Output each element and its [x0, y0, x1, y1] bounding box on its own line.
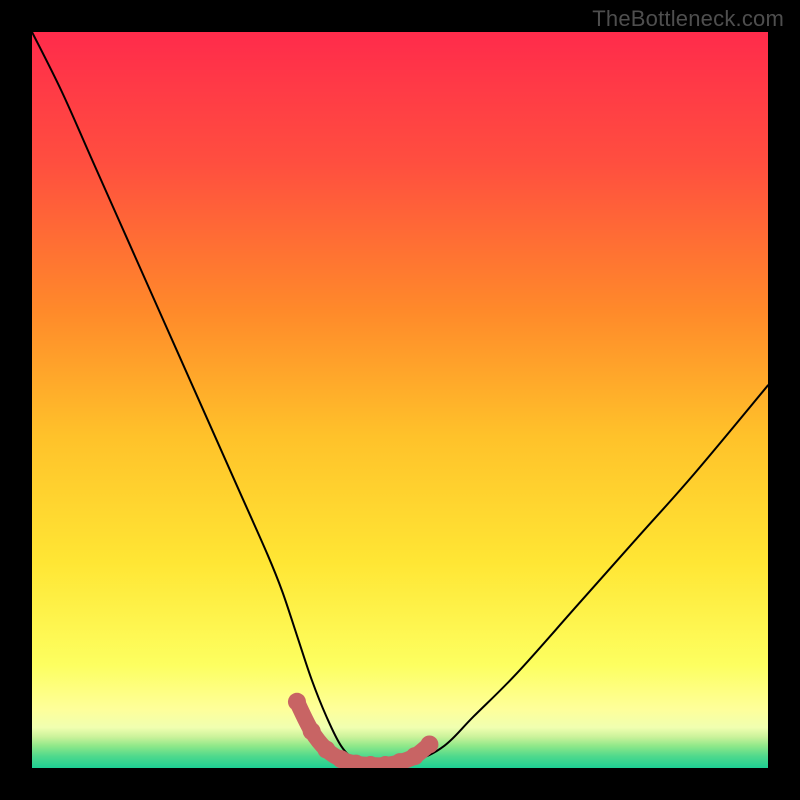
outer-frame: TheBottleneck.com [0, 0, 800, 800]
gradient-background [32, 32, 768, 768]
gradient-plot-area [32, 32, 768, 768]
attribution-label: TheBottleneck.com [592, 6, 784, 32]
